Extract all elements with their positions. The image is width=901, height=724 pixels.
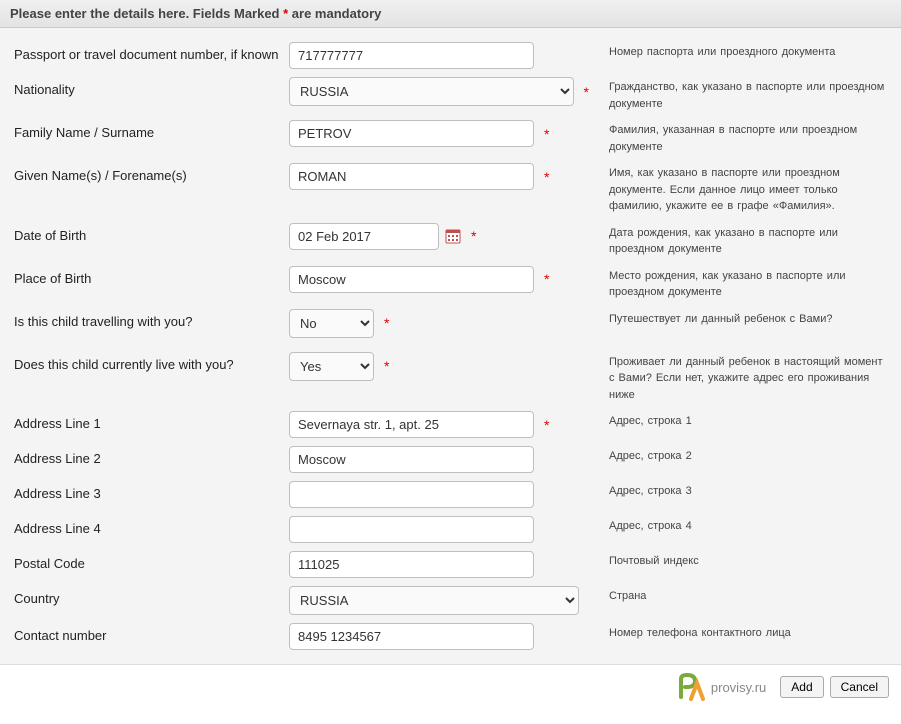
hint-living: Проживает ли данный ребенок в настоящий …	[589, 352, 887, 404]
row-pob: Place of Birth * Место рождения, как ука…	[14, 262, 887, 305]
label-addr1: Address Line 1	[14, 411, 289, 433]
row-passport: Passport or travel document number, if k…	[14, 38, 887, 73]
hint-nationality: Гражданство, как указано в паспорте или …	[589, 77, 887, 112]
contact-input[interactable]	[289, 623, 534, 650]
hint-addr4: Адрес, строка 4	[589, 516, 887, 535]
addr2-input[interactable]	[289, 446, 534, 473]
addr4-input[interactable]	[289, 516, 534, 543]
nationality-select[interactable]: RUSSIA	[289, 77, 574, 106]
hint-surname: Фамилия, указанная в паспорте или проезд…	[589, 120, 887, 155]
footer: provisy.ru Add Cancel	[0, 664, 901, 709]
hint-country: Страна	[589, 586, 887, 605]
row-contact: Contact number Номер телефона контактног…	[14, 619, 887, 654]
label-addr3: Address Line 3	[14, 481, 289, 503]
logo-icon	[677, 673, 707, 701]
row-dob: Date of Birth * Дата рождения, как указа…	[14, 219, 887, 262]
label-contact: Contact number	[14, 623, 289, 645]
passport-input[interactable]	[289, 42, 534, 69]
postal-input[interactable]	[289, 551, 534, 578]
label-country: Country	[14, 586, 289, 608]
hint-addr1: Адрес, строка 1	[589, 411, 887, 430]
row-given: Given Name(s) / Forename(s) * Имя, как у…	[14, 159, 887, 219]
row-addr3: Address Line 3 Адрес, строка 3	[14, 477, 887, 512]
label-pob: Place of Birth	[14, 266, 289, 288]
pob-input[interactable]	[289, 266, 534, 293]
label-surname: Family Name / Surname	[14, 120, 289, 142]
country-select[interactable]: RUSSIA	[289, 586, 579, 615]
form-body: Passport or travel document number, if k…	[0, 28, 901, 664]
hint-contact: Номер телефона контактного лица	[589, 623, 887, 642]
surname-input[interactable]	[289, 120, 534, 147]
row-addr4: Address Line 4 Адрес, строка 4	[14, 512, 887, 547]
hint-postal: Почтовый индекс	[589, 551, 887, 570]
label-addr4: Address Line 4	[14, 516, 289, 538]
required-star: *	[544, 417, 549, 433]
row-travelling: Is this child travelling with you? No * …	[14, 305, 887, 342]
required-star: *	[384, 358, 389, 374]
hint-passport: Номер паспорта или проездного документа	[589, 42, 887, 61]
label-given: Given Name(s) / Forename(s)	[14, 163, 289, 185]
required-star: *	[544, 126, 549, 142]
hint-addr2: Адрес, строка 2	[589, 446, 887, 465]
logo-text: provisy.ru	[711, 680, 766, 695]
cancel-button[interactable]: Cancel	[830, 676, 889, 698]
row-living: Does this child currently live with you?…	[14, 342, 887, 408]
label-living: Does this child currently live with you?	[14, 352, 289, 374]
row-country: Country RUSSIA Страна	[14, 582, 887, 619]
hint-travelling: Путешествует ли данный ребенок с Вами?	[589, 309, 887, 328]
label-nationality: Nationality	[14, 77, 289, 99]
hint-pob: Место рождения, как указано в паспорте и…	[589, 266, 887, 301]
label-passport: Passport or travel document number, if k…	[14, 42, 289, 64]
header-text-before: Please enter the details here. Fields Ma…	[10, 6, 283, 21]
addr1-input[interactable]	[289, 411, 534, 438]
label-postal: Postal Code	[14, 551, 289, 573]
living-select[interactable]: Yes	[289, 352, 374, 381]
add-button[interactable]: Add	[780, 676, 823, 698]
required-star: *	[544, 169, 549, 185]
calendar-icon[interactable]	[445, 228, 461, 244]
dob-input[interactable]	[289, 223, 439, 250]
addr3-input[interactable]	[289, 481, 534, 508]
label-travelling: Is this child travelling with you?	[14, 309, 289, 331]
row-postal: Postal Code Почтовый индекс	[14, 547, 887, 582]
row-addr1: Address Line 1 * Адрес, строка 1	[14, 407, 887, 442]
header-text-after: are mandatory	[288, 6, 381, 21]
form-header: Please enter the details here. Fields Ma…	[0, 0, 901, 28]
logo: provisy.ru	[677, 673, 766, 701]
hint-given: Имя, как указано в паспорте или проездно…	[589, 163, 887, 215]
hint-dob: Дата рождения, как указано в паспорте ил…	[589, 223, 887, 258]
row-addr2: Address Line 2 Адрес, строка 2	[14, 442, 887, 477]
required-star: *	[544, 271, 549, 287]
required-star: *	[384, 315, 389, 331]
row-nationality: Nationality RUSSIA * Гражданство, как ук…	[14, 73, 887, 116]
label-addr2: Address Line 2	[14, 446, 289, 468]
given-input[interactable]	[289, 163, 534, 190]
travelling-select[interactable]: No	[289, 309, 374, 338]
label-dob: Date of Birth	[14, 223, 289, 245]
hint-addr3: Адрес, строка 3	[589, 481, 887, 500]
row-surname: Family Name / Surname * Фамилия, указанн…	[14, 116, 887, 159]
required-star: *	[471, 228, 476, 244]
